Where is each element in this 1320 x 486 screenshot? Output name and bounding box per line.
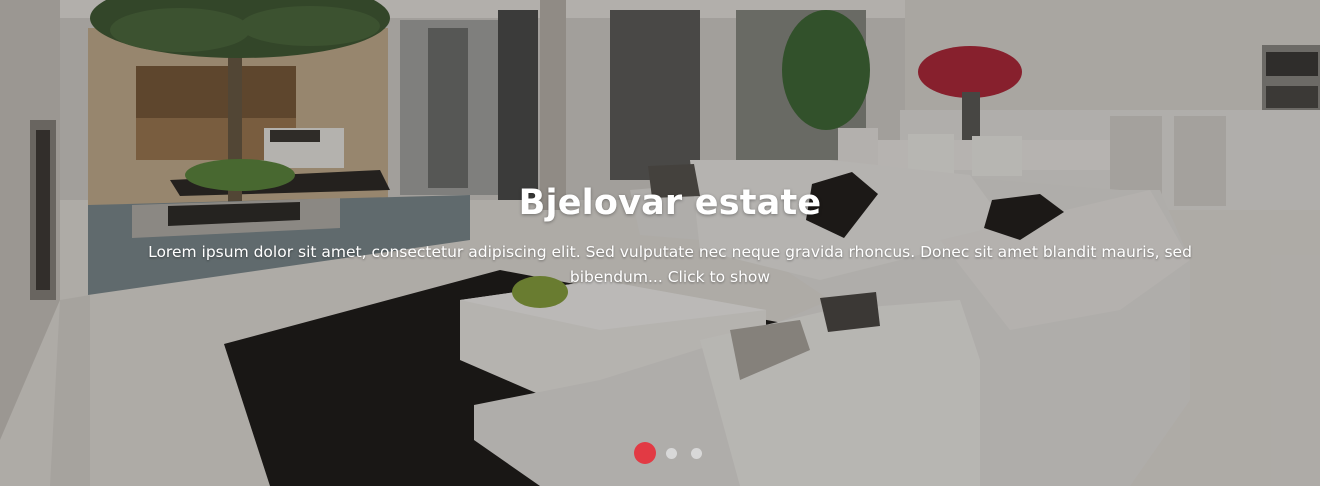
- pagination-dot-1[interactable]: [634, 442, 656, 464]
- slider-pagination: [634, 441, 716, 465]
- slide-description-link[interactable]: Lorem ipsum dolor sit amet, consectetur …: [130, 240, 1210, 290]
- pagination-dot-3[interactable]: [691, 447, 702, 459]
- slide-title: Bjelovar estate: [518, 183, 822, 223]
- hero-slider[interactable]: Bjelovar estate Lorem ipsum dolor sit am…: [0, 0, 1320, 486]
- pagination-dot-2[interactable]: [666, 447, 677, 459]
- slide-caption: Bjelovar estate Lorem ipsum dolor sit am…: [130, 180, 1210, 290]
